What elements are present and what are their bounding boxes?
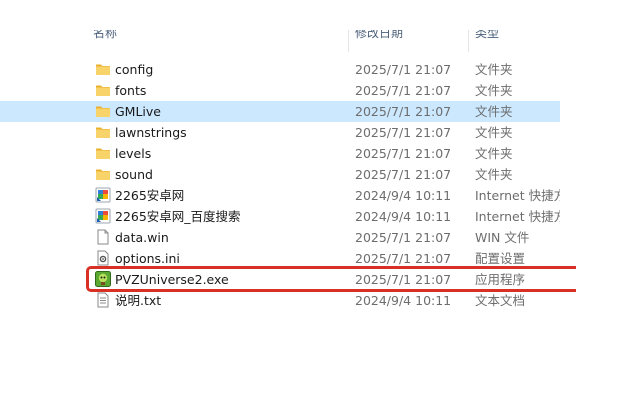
file-name: options.ini	[115, 251, 180, 266]
file-row[interactable]: 2265安卓网 2024/9/4 10:11 Internet 快捷方	[0, 185, 560, 206]
file-row[interactable]: 说明.txt 2024/9/4 10:11 文本文档	[0, 290, 560, 311]
file-row[interactable]: GMLive 2025/7/1 21:07 文件夹	[0, 101, 560, 122]
file-type: 文件夹	[475, 104, 513, 119]
file-date: 2025/7/1 21:07	[355, 104, 452, 119]
file-name: PVZUniverse2.exe	[115, 272, 229, 287]
file-row[interactable]: 2265安卓网_百度搜索 2024/9/4 10:11 Internet 快捷方	[0, 206, 560, 227]
internet-shortcut-icon	[95, 208, 111, 224]
file-row[interactable]: PVZUniverse2.exe 2025/7/1 21:07 应用程序	[0, 269, 560, 290]
file-date: 2025/7/1 21:07	[355, 83, 452, 98]
file-row[interactable]: lawnstrings 2025/7/1 21:07 文件夹	[0, 122, 560, 143]
file-type: Internet 快捷方	[475, 209, 560, 224]
file-row[interactable]: options.ini 2025/7/1 21:07 配置设置	[0, 248, 560, 269]
settings-file-icon	[95, 250, 111, 266]
file-name: 2265安卓网	[115, 188, 185, 203]
file-type: 文件夹	[475, 146, 513, 161]
file-icon	[95, 229, 111, 245]
file-type: Internet 快捷方	[475, 188, 560, 203]
file-date: 2025/7/1 21:07	[355, 146, 452, 161]
file-name: fonts	[115, 83, 147, 98]
column-name-header[interactable]: 名称	[93, 30, 117, 44]
file-name: data.win	[115, 230, 169, 245]
file-name: GMLive	[115, 104, 161, 119]
folder-icon	[95, 103, 111, 119]
file-name: levels	[115, 146, 152, 161]
file-name: 说明.txt	[115, 293, 162, 308]
file-date: 2024/9/4 10:11	[355, 188, 452, 203]
folder-icon	[95, 166, 111, 182]
file-name: 2265安卓网_百度搜索	[115, 209, 241, 224]
file-type: 配置设置	[475, 251, 526, 266]
file-list: config 2025/7/1 21:07 文件夹 fonts 2025/7/1 21:…	[0, 59, 560, 311]
file-type: 文件夹	[475, 62, 513, 77]
file-date: 2025/7/1 21:07	[355, 230, 452, 245]
folder-icon	[95, 145, 111, 161]
file-type: 文本文档	[475, 293, 526, 308]
file-date: 2025/7/1 21:07	[355, 125, 452, 140]
folder-icon	[95, 82, 111, 98]
file-date: 2025/7/1 21:07	[355, 62, 452, 77]
folder-icon	[95, 124, 111, 140]
file-name: lawnstrings	[115, 125, 187, 140]
column-type-header[interactable]: 类型	[475, 30, 499, 44]
file-type: 文件夹	[475, 125, 513, 140]
file-type: 文件夹	[475, 83, 513, 98]
file-date: 2025/7/1 21:07	[355, 251, 452, 266]
file-row[interactable]: levels 2025/7/1 21:07 文件夹	[0, 143, 560, 164]
file-row[interactable]: config 2025/7/1 21:07 文件夹	[0, 59, 560, 80]
folder-icon	[95, 61, 111, 77]
file-row[interactable]: fonts 2025/7/1 21:07 文件夹	[0, 80, 560, 101]
file-type: WIN 文件	[475, 230, 530, 245]
column-header: 名称 修改日期 类型	[0, 30, 560, 52]
file-date: 2024/9/4 10:11	[355, 293, 452, 308]
file-date: 2025/7/1 21:07	[355, 167, 452, 182]
file-date: 2025/7/1 21:07	[355, 272, 452, 287]
pvz-app-icon	[95, 271, 111, 287]
file-type: 文件夹	[475, 167, 513, 182]
file-name: sound	[115, 167, 153, 182]
text-file-icon	[95, 292, 111, 308]
file-date: 2024/9/4 10:11	[355, 209, 452, 224]
internet-shortcut-icon	[95, 187, 111, 203]
file-name: config	[115, 62, 154, 77]
column-divider[interactable]	[348, 30, 349, 52]
column-date-header[interactable]: 修改日期	[355, 30, 403, 44]
file-type: 应用程序	[475, 272, 526, 287]
column-divider[interactable]	[468, 30, 469, 52]
file-row[interactable]: data.win 2025/7/1 21:07 WIN 文件	[0, 227, 560, 248]
file-row[interactable]: sound 2025/7/1 21:07 文件夹	[0, 164, 560, 185]
